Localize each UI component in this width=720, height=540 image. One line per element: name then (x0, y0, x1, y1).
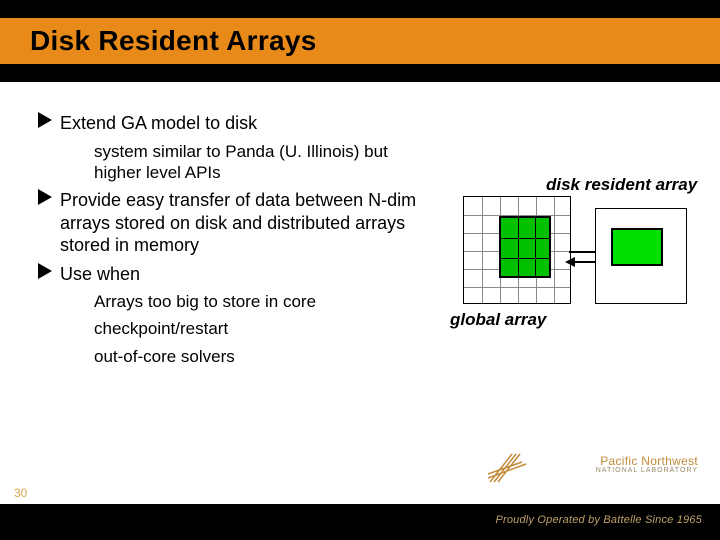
bullet-text: Arrays too big to store in core (94, 291, 428, 312)
bullet-arrow-icon (38, 189, 60, 257)
label-disk-resident-array: disk resident array (546, 175, 697, 195)
bullet-level2: out-of-core solvers (76, 346, 428, 367)
bullet-square-icon (76, 141, 94, 184)
title-stripe: Disk Resident Arrays (0, 18, 720, 64)
footer-bar: Proudly Operated by Battelle Since 1965 (0, 504, 720, 540)
bullet-square-icon (76, 346, 94, 367)
pnnl-logo: Pacific Northwest NATIONAL LABORATORY (508, 454, 698, 498)
page-number: 30 (14, 486, 27, 500)
bullet-arrow-icon (38, 112, 60, 135)
disk-subarray (611, 228, 663, 266)
label-global-array: global array (450, 310, 546, 330)
bullet-text: system similar to Panda (U. Illinois) bu… (94, 141, 428, 184)
bullet-level2: Arrays too big to store in core (76, 291, 428, 312)
bullet-text: Use when (60, 263, 428, 286)
bullet-level1: Extend GA model to disk (38, 112, 428, 135)
slide: { "title": "Disk Resident Arrays", "bull… (0, 0, 720, 540)
bullet-level2: checkpoint/restart (76, 318, 428, 339)
bullet-square-icon (76, 291, 94, 312)
bullet-square-icon (76, 318, 94, 339)
selected-subarray (499, 216, 551, 278)
bullet-level1: Use when (38, 263, 428, 286)
bullet-text: Provide easy transfer of data between N-… (60, 189, 428, 257)
content-block: Extend GA model to disk system similar t… (38, 112, 428, 373)
bullet-level1: Provide easy transfer of data between N-… (38, 189, 428, 257)
bullet-text: Extend GA model to disk (60, 112, 428, 135)
bullet-level2: system similar to Panda (U. Illinois) bu… (76, 141, 428, 184)
slide-title: Disk Resident Arrays (0, 25, 317, 57)
pnnl-mark-icon (486, 448, 542, 493)
bullet-text: checkpoint/restart (94, 318, 428, 339)
bullet-arrow-icon (38, 263, 60, 286)
footer-operated-text: Proudly Operated by Battelle Since 1965 (495, 514, 702, 526)
bullet-text: out-of-core solvers (94, 346, 428, 367)
